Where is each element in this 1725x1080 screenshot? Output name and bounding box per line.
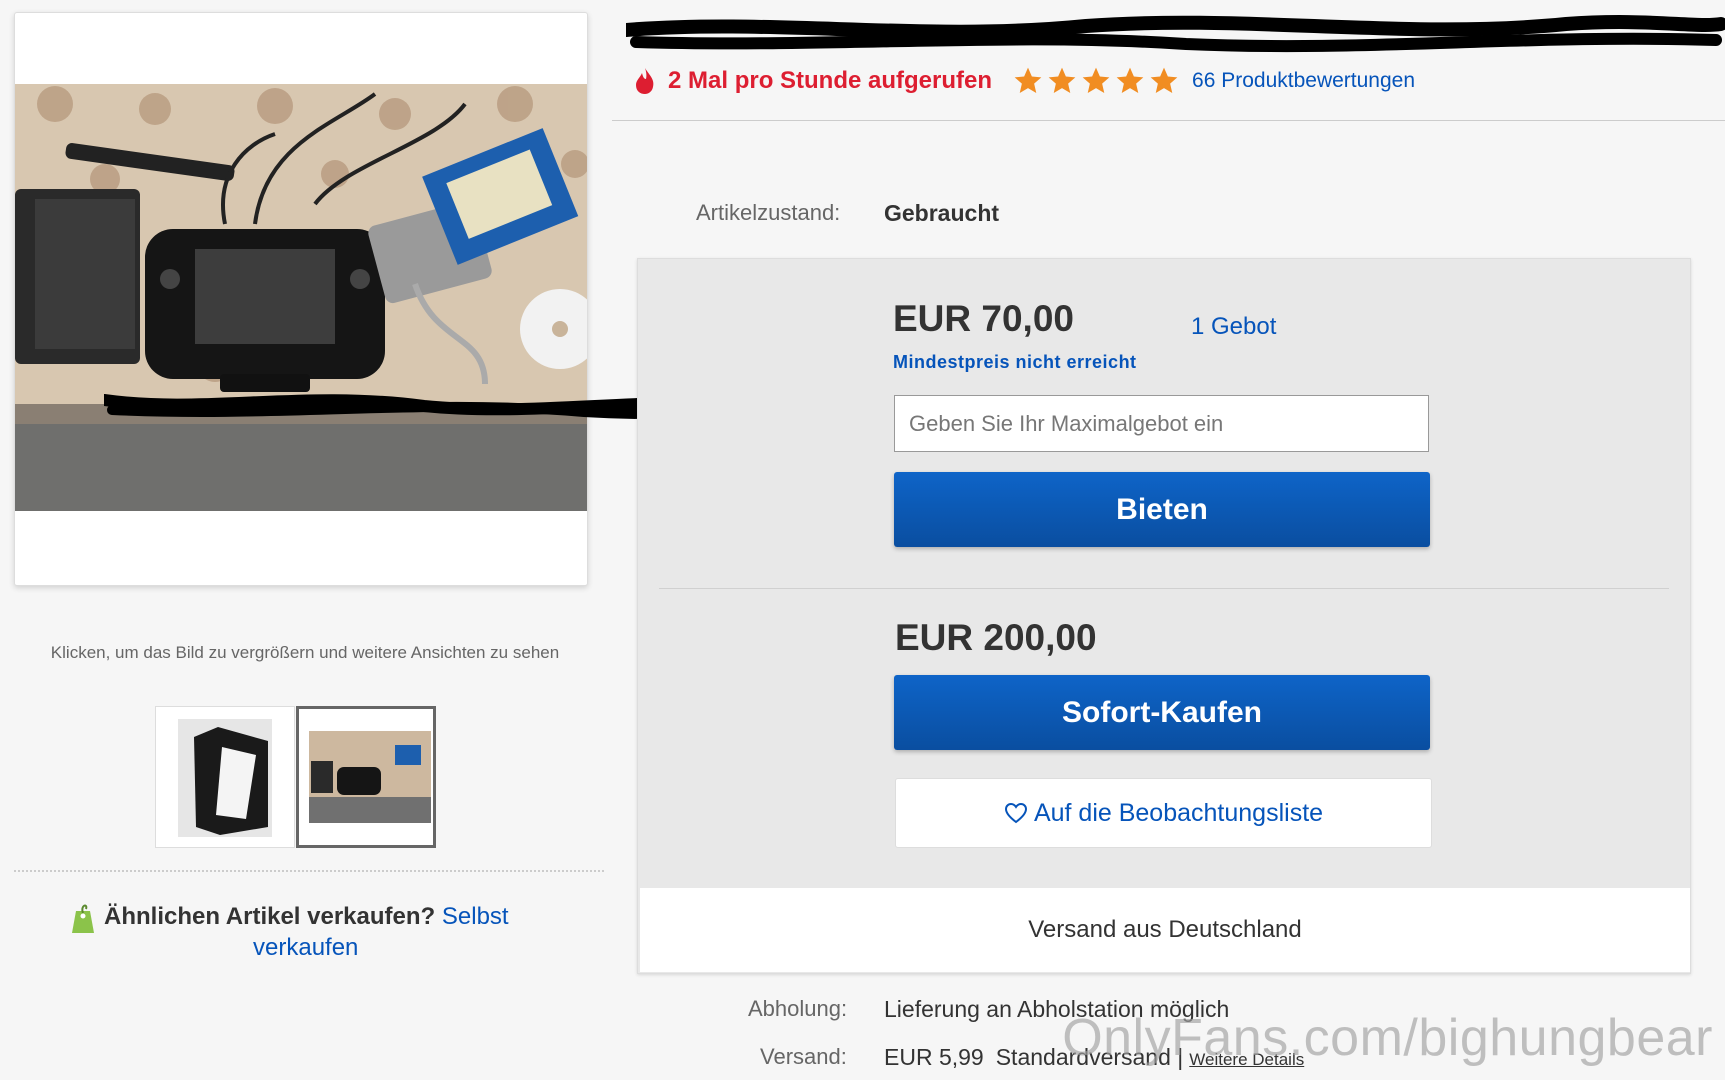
current-bid-price: EUR 70,00: [893, 298, 1074, 339]
star-icon: [1082, 67, 1110, 93]
reserve-not-met-note: Mindestpreis nicht erreicht: [893, 352, 1137, 372]
thumbnail-2[interactable]: [296, 706, 436, 848]
title-divider: [612, 120, 1725, 121]
bid-count-link[interactable]: 1 Gebot: [1191, 313, 1276, 341]
max-bid-input[interactable]: [894, 395, 1429, 452]
star-icon: [1150, 67, 1178, 93]
buy-box-divider: [659, 588, 1669, 589]
fire-icon: [636, 68, 654, 94]
watchlist-label: Auf die Beobachtungsliste: [1033, 798, 1324, 827]
views-count-text: 2 Mal pro Stunde aufgerufen: [668, 67, 993, 94]
buy-now-button[interactable]: Sofort-Kaufen: [894, 675, 1430, 750]
sell-yourself-link-continued[interactable]: verkaufen: [253, 934, 358, 962]
star-icon: [1048, 67, 1076, 93]
sell-similar-question: Ähnlichen Artikel verkaufen?: [104, 903, 436, 930]
views-row: 2 Mal pro Stunde aufgerufen 66 Produktbe…: [634, 64, 1415, 98]
condition-value: Gebraucht: [884, 200, 1000, 226]
pickup-label: Abholung:: [748, 996, 848, 1021]
shipping-label: Versand:: [760, 1044, 847, 1069]
sell-similar: Ähnlichen Artikel verkaufen? Selbst: [70, 900, 580, 935]
sell-yourself-link[interactable]: Selbst: [442, 903, 509, 930]
watchlist-button[interactable]: Auf die Beobachtungsliste: [895, 778, 1432, 848]
left-divider: [14, 870, 604, 872]
condition-label: Artikelzustand:: [696, 200, 841, 225]
price-tag-icon: [72, 904, 94, 933]
main-product-photo[interactable]: [15, 84, 587, 511]
heart-icon: [1004, 802, 1027, 824]
star-icon: [1014, 67, 1042, 93]
shipping-price: EUR 5,99: [884, 1044, 984, 1070]
watermark: OnlyFans.com/bighungbear: [1062, 1009, 1713, 1067]
enlarge-hint: Klicken, um das Bild zu vergrößern und w…: [50, 643, 560, 662]
buy-box: [637, 258, 1691, 974]
buy-now-price: EUR 200,00: [895, 617, 1097, 658]
thumbnail-1[interactable]: [155, 706, 295, 848]
shipping-origin: Versand aus Deutschland: [640, 888, 1690, 972]
star-icon: [1116, 67, 1144, 93]
bid-button[interactable]: Bieten: [894, 472, 1430, 547]
redacted-title: [626, 15, 1725, 53]
product-reviews-link[interactable]: 66 Produktbewertungen: [1192, 69, 1415, 93]
